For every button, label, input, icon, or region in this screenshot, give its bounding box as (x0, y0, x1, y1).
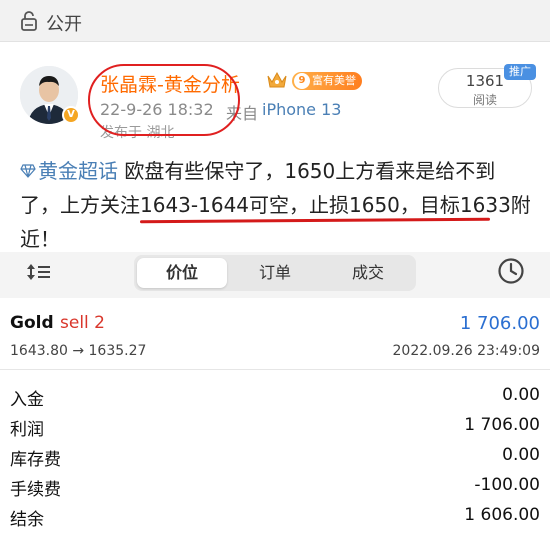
red-circle-annotation (88, 64, 240, 136)
summary-value-balance: 1 606.00 (464, 505, 540, 525)
diamond-icon (20, 164, 36, 178)
rich-badge[interactable]: 9 富有美誉 (292, 72, 362, 90)
summary-label-commission: 手续费 (10, 480, 61, 500)
crown-icon (267, 71, 287, 88)
clock-icon[interactable] (497, 257, 525, 285)
segmented-control: 价位 订单 成交 (134, 255, 416, 291)
summary-label-deposit: 入金 (10, 390, 44, 410)
topic-link[interactable]: 黄金超话 (20, 159, 118, 183)
verified-badge-icon: V (62, 106, 80, 124)
account-summary: 入金 0.00 利润 1 706.00 库存费 0.00 手续费 -100.00… (0, 371, 550, 533)
summary-value-deposit: 0.00 (502, 385, 540, 405)
tab-deals[interactable]: 成交 (323, 258, 413, 288)
summary-label-swap: 库存费 (10, 450, 61, 470)
trade-time: 2022.09.26 23:49:09 (392, 343, 541, 359)
rich-badge-level: 9 (294, 73, 310, 89)
top-bar: 公开 (0, 0, 550, 42)
tab-price[interactable]: 价位 (137, 258, 227, 288)
trade-row[interactable] (0, 298, 550, 370)
promo-tag: 推广 (504, 64, 536, 80)
topic-label: 黄金超话 (38, 159, 118, 183)
tab-orders[interactable]: 订单 (230, 258, 320, 288)
sort-icon[interactable] (26, 262, 52, 282)
trade-symbol: Gold (10, 313, 54, 333)
summary-value-profit: 1 706.00 (464, 415, 540, 435)
views-label: 阅读 (472, 93, 497, 107)
source-device-link[interactable]: iPhone 13 (262, 100, 341, 119)
trade-prices: 1643.80 → 1635.27 (10, 343, 147, 359)
visibility-label[interactable]: 公开 (46, 10, 82, 36)
summary-label-balance: 结余 (10, 510, 44, 530)
summary-value-commission: -100.00 (474, 475, 540, 495)
lock-icon (21, 11, 37, 31)
post-text-part-3: ！ (40, 227, 60, 251)
trade-side: sell 2 (60, 313, 105, 333)
rich-badge-label: 富有美誉 (312, 74, 356, 87)
trade-profit: 1 706.00 (459, 313, 540, 334)
summary-value-swap: 0.00 (502, 445, 540, 465)
summary-label-profit: 利润 (10, 420, 44, 440)
post-text: 黄金超话 欧盘有些保守了，1650上方看来是给不到了，上方关注1643-1644… (20, 154, 535, 256)
